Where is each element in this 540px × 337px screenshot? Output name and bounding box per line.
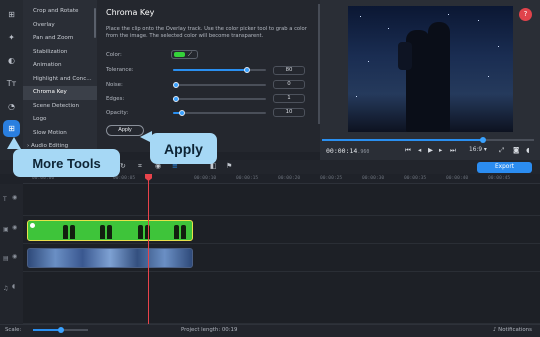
video-preview — [348, 6, 513, 132]
track-visibility-icon[interactable]: ◉ — [12, 224, 17, 231]
noise-label: Noise: — [106, 82, 123, 88]
chroma-key-clip[interactable] — [27, 220, 193, 241]
tool-item-crop-and-rotate[interactable]: Crop and Rotate — [23, 5, 97, 19]
magic-wand-icon[interactable]: ✦ — [3, 29, 20, 46]
audio-track[interactable] — [23, 272, 540, 324]
project-length: Project length: 00:19 — [181, 327, 238, 333]
overlay-track-icon: ▣ — [3, 226, 9, 233]
eyedropper-icon: ⟋ — [188, 50, 193, 58]
tools-list-scrollbar[interactable] — [94, 8, 96, 38]
titles-icon[interactable]: Tт — [3, 75, 20, 92]
playhead[interactable] — [148, 174, 149, 324]
scale-label: Scale: — [5, 327, 22, 333]
track-mute-icon[interactable]: ◖ — [12, 283, 15, 290]
tool-item-animation[interactable]: Animation — [23, 59, 97, 73]
tool-item-scene-detection[interactable]: Scene Detection — [23, 100, 97, 114]
next-icon[interactable]: ⏭ — [450, 146, 456, 155]
step-forward-icon[interactable]: ▸ — [439, 146, 442, 154]
tool-item-overlay[interactable]: Overlay — [23, 19, 97, 33]
text-track[interactable] — [23, 184, 540, 216]
ruler-tick: 00:00:05 — [113, 176, 136, 181]
noise-input[interactable]: 0 — [273, 80, 305, 89]
seek-bar[interactable] — [322, 137, 534, 143]
color-swatch — [174, 52, 185, 57]
tool-item-stabilization[interactable]: Stabilization — [23, 46, 97, 60]
step-back-icon[interactable]: ◂ — [418, 146, 421, 154]
edges-label: Edges: — [106, 96, 125, 102]
redo-icon[interactable]: ↻ — [120, 162, 126, 170]
notifications-label: Notifications — [498, 327, 532, 333]
timecode-ms: .960 — [357, 149, 370, 155]
tool-item-chroma-key[interactable]: Chroma Key — [23, 86, 97, 100]
help-button[interactable]: ? — [519, 8, 532, 21]
ruler-tick: 00:00:45 — [488, 176, 511, 181]
apply-callout: Apply — [150, 133, 217, 164]
background-video-clip[interactable] — [27, 248, 193, 268]
edges-input[interactable]: 1 — [273, 94, 305, 103]
volume-icon[interactable]: ◖ — [526, 146, 529, 154]
notifications-button[interactable]: ♪ Notifications — [493, 327, 532, 333]
tolerance-input[interactable]: 80 — [273, 66, 305, 75]
color-label: Color: — [106, 52, 122, 58]
tolerance-label: Tolerance: — [106, 67, 134, 73]
tool-item-slow-motion[interactable]: Slow Motion — [23, 127, 97, 141]
marker-flag-icon[interactable]: ⚑ — [226, 162, 232, 170]
apply-button[interactable]: Apply — [106, 125, 144, 136]
callout-arrow — [7, 137, 21, 149]
import-icon[interactable]: ⊞ — [3, 6, 20, 23]
tolerance-slider[interactable] — [173, 67, 266, 73]
color-picker-button[interactable]: ⟋ — [171, 50, 198, 59]
tool-item-highlight-and-conceal[interactable]: Highlight and Conc... — [23, 73, 97, 87]
ruler-tick: 00:00:20 — [278, 176, 301, 181]
ruler-tick: 00:00:10 — [194, 176, 217, 181]
panel-description: Place the clip onto the Overlay track. U… — [106, 26, 307, 39]
ruler-tick: 00:00:35 — [404, 176, 427, 181]
fullscreen-icon[interactable]: ⤢ — [499, 146, 504, 155]
more-tools-callout: More Tools — [13, 149, 120, 177]
track-visibility-icon[interactable]: ◉ — [12, 194, 17, 201]
ruler-tick: 00:00:40 — [446, 176, 469, 181]
tool-item-logo[interactable]: Logo — [23, 113, 97, 127]
opacity-label: Opacity: — [106, 110, 129, 116]
crop-icon[interactable]: ⌗ — [138, 162, 142, 171]
timecode-main: 00:00:14 — [326, 147, 358, 155]
export-button[interactable]: Export — [477, 162, 532, 173]
opacity-slider[interactable] — [173, 110, 266, 116]
transitions-icon[interactable]: ◔ — [3, 98, 20, 115]
more-tools-icon[interactable]: ⊞ — [3, 120, 20, 137]
panel-title: Chroma Key — [106, 8, 155, 17]
ruler-tick: 00:00:30 — [362, 176, 385, 181]
previous-icon[interactable]: ⏮ — [405, 146, 411, 155]
track-visibility-icon[interactable]: ◉ — [12, 253, 17, 260]
text-track-icon: T — [3, 196, 7, 203]
backpack-silhouette — [398, 42, 412, 70]
play-icon[interactable]: ▶ — [428, 146, 433, 154]
video-track-icon: ▤ — [3, 255, 9, 262]
aspect-ratio-select[interactable]: 16:9 ▾ — [469, 147, 487, 153]
scale-slider[interactable] — [33, 327, 88, 333]
noise-slider[interactable] — [173, 82, 266, 88]
ruler-tick: 00:00:15 — [236, 176, 259, 181]
left-toolbar: ⊞ ✦ ◐ Tт ◔ ⊞ — [0, 0, 23, 160]
person-silhouette — [428, 22, 450, 132]
ruler-tick: 00:00:25 — [320, 176, 343, 181]
tools-list: Crop and Rotate Overlay Pan and Zoom Sta… — [23, 0, 97, 152]
filters-icon[interactable]: ◐ — [3, 52, 20, 69]
music-track-icon: ♫ — [3, 285, 9, 292]
clip-indicator-icon — [30, 223, 35, 228]
snapshot-icon[interactable]: ◙ — [513, 146, 519, 154]
edges-slider[interactable] — [173, 96, 266, 102]
opacity-input[interactable]: 10 — [273, 108, 305, 117]
video-editor-window: ⊞ ✦ ◐ Tт ◔ ⊞ Crop and Rotate Overlay Pan… — [0, 0, 540, 337]
tool-item-pan-and-zoom[interactable]: Pan and Zoom — [23, 32, 97, 46]
timecode: 00:00:14.960 — [326, 147, 369, 155]
